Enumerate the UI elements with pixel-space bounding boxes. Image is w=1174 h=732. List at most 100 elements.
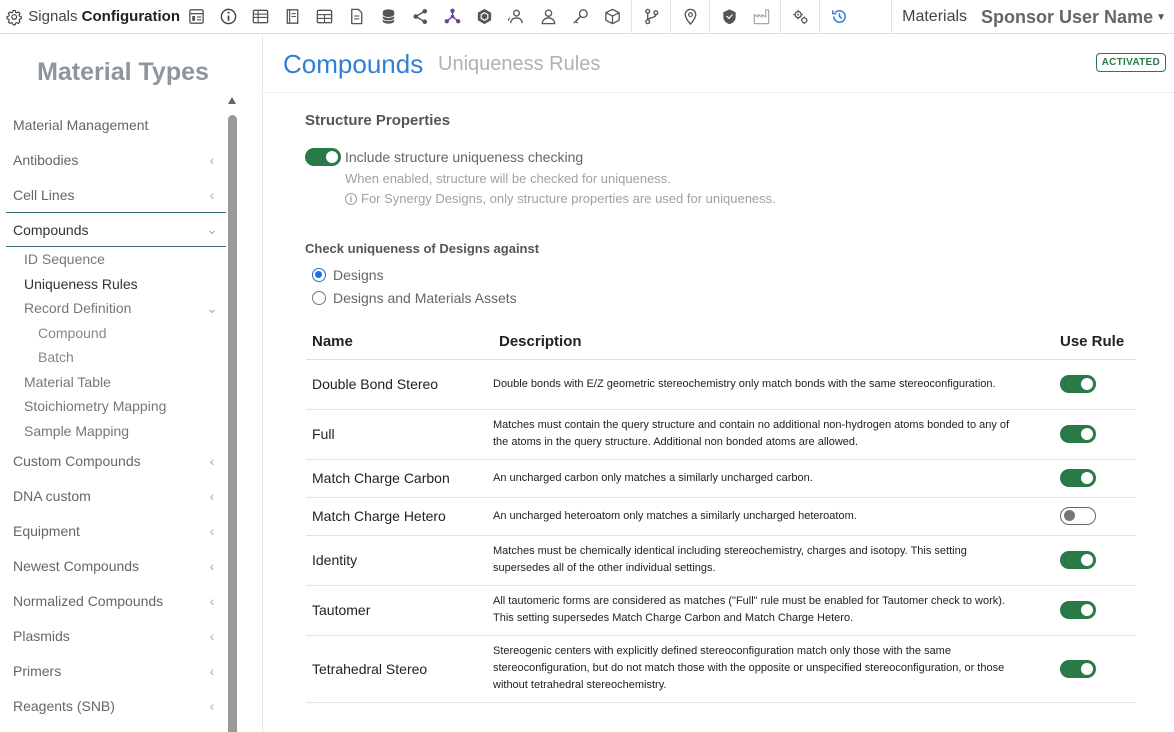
sidebar-subitem-sample-mapping[interactable]: Sample Mapping: [6, 419, 226, 444]
radio-button[interactable]: [312, 268, 326, 282]
rule-description: An uncharged carbon only matches a simil…: [493, 459, 1054, 498]
chevron-left-icon: ‹: [209, 627, 215, 644]
sidebar-subitem-uniqueness-rules[interactable]: Uniqueness Rules: [6, 272, 226, 297]
sidebar-item-antibodies[interactable]: Antibodies ‹: [6, 142, 226, 177]
table-row: Identity Matches must be chemically iden…: [306, 535, 1136, 586]
top-bar-right: Materials Sponsor User Name ▼: [891, 0, 1166, 34]
use-rule-toggle[interactable]: [1060, 507, 1096, 525]
sidebar-item-dna-custom[interactable]: DNA custom ‹: [6, 478, 226, 513]
key-icon[interactable]: [564, 0, 596, 34]
user-name: Sponsor User Name: [981, 6, 1154, 27]
table-row: Tetrahedral Stereo Stereogenic centers w…: [306, 635, 1136, 703]
user-icon[interactable]: [532, 0, 564, 34]
sidebar-item-label: DNA custom: [13, 487, 91, 504]
table-row: Match Charge Carbon An uncharged carbon …: [306, 459, 1136, 498]
table-row: Double Bond Stereo Double bonds with E/Z…: [306, 359, 1136, 410]
sidebar-item-cell-lines[interactable]: Cell Lines ‹: [6, 177, 226, 212]
database-icon[interactable]: [372, 0, 404, 34]
sidebar-subitem-batch[interactable]: Batch: [6, 345, 226, 370]
sidebar-subitem-record-definition[interactable]: Record Definition ⌄: [6, 296, 226, 321]
structure-uniqueness-label: Include structure uniqueness checking: [345, 149, 584, 165]
shield-icon[interactable]: [713, 0, 745, 34]
sidebar-subitem-label: Record Definition: [24, 300, 132, 317]
grid-table-icon[interactable]: [308, 0, 340, 34]
column-header-use-rule: Use Rule: [1054, 324, 1136, 360]
sidebar-item-compounds[interactable]: Compounds ⌄: [6, 212, 226, 247]
share-icon[interactable]: [404, 0, 436, 34]
use-rule-toggle[interactable]: [1060, 425, 1096, 443]
molecule-icon[interactable]: [436, 0, 468, 34]
sidebar-item-custom-compounds[interactable]: Custom Compounds ‹: [6, 443, 226, 478]
structure-uniqueness-toggle[interactable]: [305, 148, 341, 166]
sidebar-subitem-material-table[interactable]: Material Table: [6, 370, 226, 395]
table-row: Match Charge Hetero An uncharged heteroa…: [306, 497, 1136, 536]
chevron-down-icon: ⌄: [206, 221, 218, 237]
sidebar-item-label: Equipment: [13, 522, 80, 539]
chevron-left-icon: ‹: [209, 151, 215, 168]
rule-name: Match Charge Carbon: [306, 459, 493, 498]
factory-icon[interactable]: [745, 0, 777, 34]
sidebar-subitem-stoichiometry-mapping[interactable]: Stoichiometry Mapping: [6, 394, 226, 419]
radio-designs[interactable]: Designs: [312, 267, 384, 283]
brand[interactable]: Signals Configuration: [0, 0, 180, 34]
sidebar-item-newest-compounds[interactable]: Newest Compounds ‹: [6, 548, 226, 583]
sidebar-item-reagents-snb[interactable]: Reagents (SNB) ‹: [6, 688, 226, 723]
page-title: Compounds: [283, 49, 424, 79]
chevron-left-icon: ‹: [209, 557, 215, 574]
info-icon[interactable]: [212, 0, 244, 34]
layout-icon[interactable]: [180, 0, 212, 34]
sidebar-item-equipment[interactable]: Equipment ‹: [6, 513, 226, 548]
main-content: Compounds Uniqueness Rules ACTIVATED Str…: [263, 35, 1174, 732]
chevron-left-icon: ‹: [209, 592, 215, 609]
use-rule-toggle[interactable]: [1060, 551, 1096, 569]
use-rule-toggle[interactable]: [1060, 469, 1096, 487]
book-icon[interactable]: [276, 0, 308, 34]
cube-icon[interactable]: [596, 0, 628, 34]
rule-description: An uncharged heteroatom only matches a s…: [493, 497, 1054, 536]
git-branch-icon[interactable]: [635, 0, 667, 34]
materials-link[interactable]: Materials: [891, 0, 977, 34]
table-icon[interactable]: [244, 0, 276, 34]
scrollbar-thumb[interactable]: [228, 115, 237, 732]
toolbar-divider: [780, 0, 781, 34]
sidebar-item-material-management[interactable]: Material Management: [6, 107, 226, 142]
rule-name: Match Charge Hetero: [306, 497, 493, 536]
use-rule-toggle[interactable]: [1060, 601, 1096, 619]
sidebar-subitem-label: Sample Mapping: [24, 422, 130, 439]
radio-designs-and-materials-assets[interactable]: Designs and Materials Assets: [312, 290, 517, 306]
document-icon[interactable]: [340, 0, 372, 34]
chevron-left-icon: ‹: [209, 452, 215, 469]
sidebar-subitem-label: Compound: [38, 324, 107, 341]
location-pin-icon[interactable]: [674, 0, 706, 34]
sidebar-nav: Material Management Antibodies ‹ Cell Li…: [6, 107, 226, 723]
user-menu[interactable]: Sponsor User Name ▼: [977, 7, 1166, 28]
settings-gears-icon[interactable]: [784, 0, 816, 34]
chevron-left-icon: ‹: [209, 697, 215, 714]
sidebar-scrollbar[interactable]: [228, 97, 237, 732]
rule-name: Double Bond Stereo: [306, 359, 493, 410]
page-header: Compounds Uniqueness Rules ACTIVATED: [263, 35, 1174, 93]
sidebar-subitem-compound[interactable]: Compound: [6, 321, 226, 346]
group-icon[interactable]: [500, 0, 532, 34]
sidebar-item-plasmids[interactable]: Plasmids ‹: [6, 618, 226, 653]
sidebar-item-label: Compounds: [13, 221, 89, 238]
sidebar-item-primers[interactable]: Primers ‹: [6, 653, 226, 688]
column-header-description: Description: [493, 324, 1054, 360]
sidebar-subitem-id-sequence[interactable]: ID Sequence: [6, 247, 226, 272]
sidebar-item-normalized-compounds[interactable]: Normalized Compounds ‹: [6, 583, 226, 618]
column-header-name: Name: [306, 324, 493, 360]
scroll-up-arrow-icon[interactable]: [228, 97, 236, 104]
brand-prefix: Signals: [28, 8, 78, 25]
sidebar-item-label: Custom Compounds: [13, 452, 141, 469]
rule-description: All tautomeric forms are considered as m…: [493, 585, 1054, 636]
structure-uniqueness-row: Include structure uniqueness checking: [305, 148, 583, 166]
history-icon[interactable]: [823, 0, 855, 34]
uniqueness-rules-table: Name Description Use Rule Double Bond St…: [306, 324, 1136, 703]
page-subtitle: Uniqueness Rules: [438, 53, 601, 75]
use-rule-toggle[interactable]: [1060, 375, 1096, 393]
sidebar-subitem-label: ID Sequence: [24, 251, 105, 268]
hexagon-icon[interactable]: [468, 0, 500, 34]
chevron-down-icon: ⌄: [206, 299, 218, 316]
radio-button[interactable]: [312, 291, 326, 305]
use-rule-toggle[interactable]: [1060, 659, 1096, 678]
